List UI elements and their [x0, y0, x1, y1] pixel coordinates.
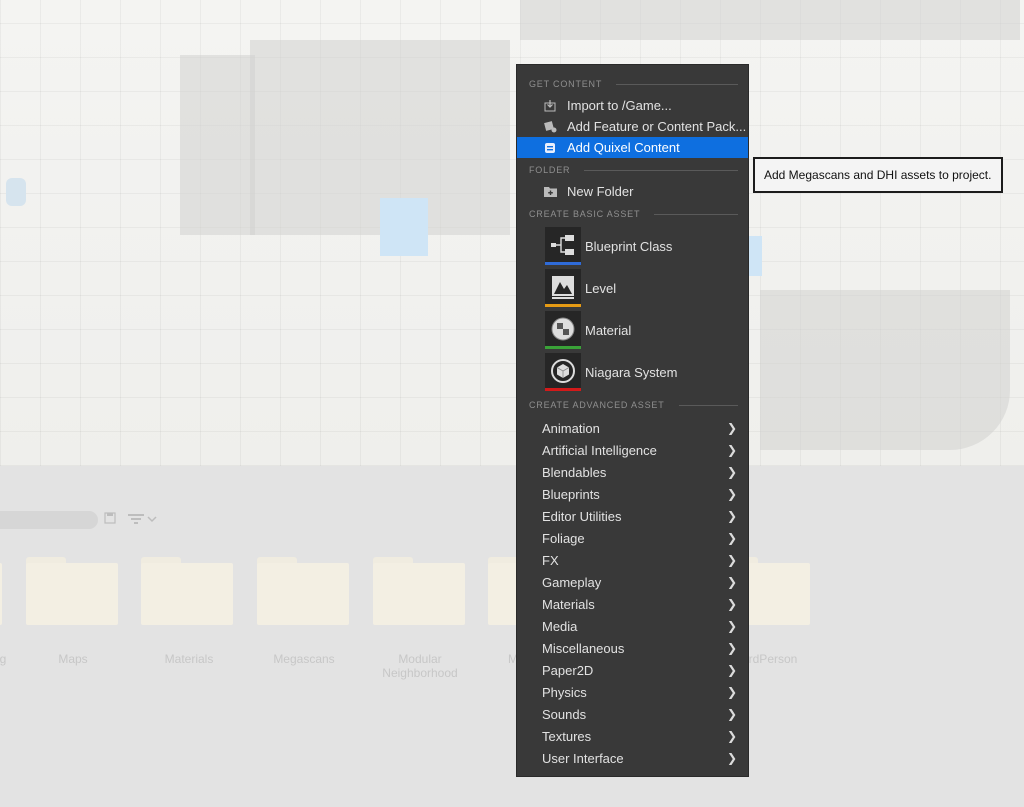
add-quixel-content-item[interactable]: Add Quixel Content: [517, 137, 748, 158]
blueprint-icon: [545, 227, 581, 265]
submenu-user-interface[interactable]: User Interface ❯: [517, 747, 748, 769]
submenu-textures[interactable]: Textures ❯: [517, 725, 748, 747]
submenu-foliage[interactable]: Foliage ❯: [517, 527, 748, 549]
submenu-artificial-intelligence[interactable]: Artificial Intelligence ❯: [517, 439, 748, 461]
chevron-right-icon: ❯: [726, 575, 738, 589]
submenu-materials[interactable]: Materials ❯: [517, 593, 748, 615]
chevron-right-icon: ❯: [726, 619, 738, 633]
submenu-animation[interactable]: Animation ❯: [517, 417, 748, 439]
folder-tile[interactable]: [0, 557, 2, 625]
quixel-tooltip: Add Megascans and DHI assets to project.: [753, 157, 1003, 193]
import-icon: [543, 99, 557, 113]
chevron-right-icon: ❯: [726, 707, 738, 721]
chevron-right-icon: ❯: [726, 729, 738, 743]
submenu-miscellaneous[interactable]: Miscellaneous ❯: [517, 637, 748, 659]
blueprint-class-item[interactable]: Blueprint Class: [517, 227, 748, 265]
chevron-right-icon: ❯: [726, 443, 738, 457]
scene-wall: [760, 290, 1010, 450]
new-folder-icon: [543, 185, 557, 199]
save-search-icon[interactable]: [104, 512, 118, 526]
level-item[interactable]: Level: [517, 269, 748, 307]
niagara-system-item[interactable]: Niagara System: [517, 353, 748, 391]
scene-bottle: [6, 178, 26, 206]
section-header-folder: FOLDER: [529, 164, 738, 176]
section-header-create-basic-asset: CREATE BASIC ASSET: [529, 208, 738, 220]
niagara-icon: [545, 353, 581, 391]
chevron-right-icon: ❯: [726, 487, 738, 501]
folder-tile[interactable]: [373, 557, 465, 625]
chevron-right-icon: ❯: [726, 553, 738, 567]
folder-tile[interactable]: [257, 557, 349, 625]
scene-wall: [180, 55, 255, 235]
level-icon: [545, 269, 581, 307]
chevron-right-icon: ❯: [726, 751, 738, 765]
submenu-physics[interactable]: Physics ❯: [517, 681, 748, 703]
submenu-blueprints[interactable]: Blueprints ❯: [517, 483, 748, 505]
folder-tile[interactable]: [141, 557, 233, 625]
level-viewport[interactable]: [0, 0, 1024, 466]
submenu-gameplay[interactable]: Gameplay ❯: [517, 571, 748, 593]
filter-icon[interactable]: [128, 512, 162, 528]
submenu-editor-utilities[interactable]: Editor Utilities ❯: [517, 505, 748, 527]
submenu-fx[interactable]: FX ❯: [517, 549, 748, 571]
folder-label: Megascans: [273, 652, 335, 666]
scene-cube: [748, 236, 762, 276]
add-feature-content-pack-item[interactable]: Add Feature or Content Pack...: [517, 116, 748, 137]
submenu-paper2d[interactable]: Paper2D ❯: [517, 659, 748, 681]
section-header-get-content: GET CONTENT: [529, 78, 738, 90]
chevron-right-icon: ❯: [726, 465, 738, 479]
submenu-sounds[interactable]: Sounds ❯: [517, 703, 748, 725]
scene-wall: [520, 0, 1020, 40]
folder-label: Materials: [164, 652, 214, 666]
chevron-right-icon: ❯: [726, 663, 738, 677]
tooltip-text: Add Megascans and DHI assets to project.: [764, 168, 992, 182]
folder-tile[interactable]: [26, 557, 118, 625]
scene-cube: [380, 198, 428, 256]
add-content-context-menu: GET CONTENT Import to /Game... Add Featu…: [516, 64, 749, 777]
chevron-right-icon: ❯: [726, 685, 738, 699]
search-input[interactable]: [0, 511, 98, 529]
material-icon: [545, 311, 581, 349]
chevron-right-icon: ❯: [726, 421, 738, 435]
content-pack-icon: [543, 120, 557, 134]
import-to-game-item[interactable]: Import to /Game...: [517, 95, 748, 116]
material-item[interactable]: Material: [517, 311, 748, 349]
chevron-right-icon: ❯: [726, 509, 738, 523]
submenu-media[interactable]: Media ❯: [517, 615, 748, 637]
submenu-blendables[interactable]: Blendables ❯: [517, 461, 748, 483]
chevron-right-icon: ❯: [726, 531, 738, 545]
new-folder-item[interactable]: New Folder: [517, 181, 748, 202]
folder-label: Maps: [58, 652, 88, 666]
chevron-right-icon: ❯: [726, 597, 738, 611]
chevron-right-icon: ❯: [726, 641, 738, 655]
section-header-create-advanced-asset: CREATE ADVANCED ASSET: [529, 399, 738, 411]
quixel-icon: [543, 141, 557, 155]
